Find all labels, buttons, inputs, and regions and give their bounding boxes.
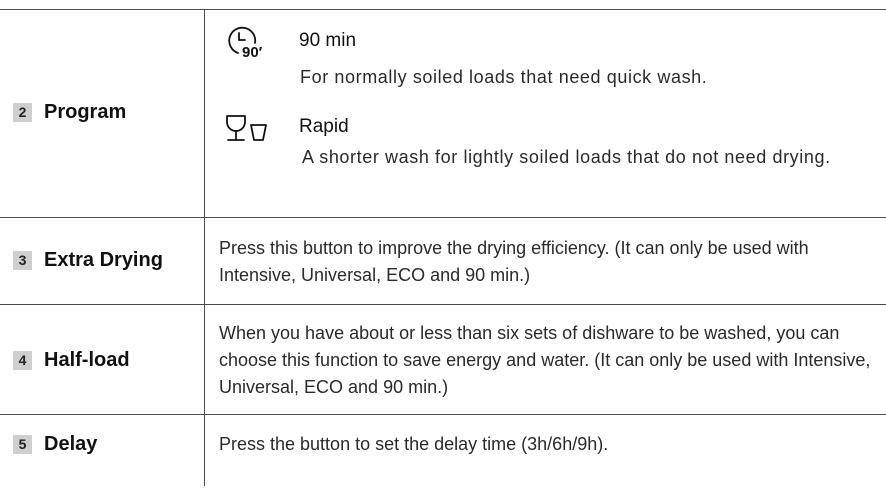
column-divider — [204, 218, 205, 304]
row-label-text: Half-load — [44, 349, 130, 371]
row-number-badge: 5 — [13, 435, 32, 454]
row-label: 4 Half-load — [13, 349, 130, 372]
row-number-badge: 2 — [13, 103, 32, 122]
column-divider — [204, 415, 205, 486]
row-label-text: Delay — [44, 433, 98, 455]
table-row-program: 2 Program 90′ 90 min For normally soiled… — [0, 9, 886, 217]
row-label-text: Extra Drying — [44, 249, 163, 271]
row-description: When you have about or less than six set… — [219, 323, 871, 397]
table-row-half-load: 4 Half-load When you have about or less … — [0, 304, 886, 414]
row-label-text: Program — [44, 101, 127, 123]
svg-text:90′: 90′ — [242, 44, 263, 61]
row-description: Press the button to set the delay time (… — [219, 434, 609, 454]
row-number-badge: 3 — [13, 251, 32, 270]
clock-90-icon: 90′ — [224, 23, 284, 72]
row-description: Press this button to improve the drying … — [219, 238, 809, 285]
table-row-delay: 5 Delay Press the button to set the dela… — [0, 414, 886, 486]
program-description-rapid: A shorter wash for lightly soiled loads … — [302, 147, 831, 167]
program-description-90-min: For normally soiled loads that need quic… — [300, 67, 708, 87]
column-divider — [204, 305, 205, 414]
row-label: 5 Delay — [13, 433, 97, 456]
row-label: 2 Program — [13, 101, 126, 124]
row-label: 3 Extra Drying — [13, 249, 163, 272]
program-name-90-min: 90 min — [299, 30, 357, 51]
function-table: 2 Program 90′ 90 min For normally soiled… — [0, 9, 886, 486]
program-name-rapid: Rapid — [299, 116, 349, 137]
glass-cup-icon — [224, 113, 276, 150]
row-number-badge: 4 — [13, 351, 32, 370]
column-divider — [204, 10, 205, 217]
table-row-extra-drying: 3 Extra Drying Press this button to impr… — [0, 217, 886, 304]
